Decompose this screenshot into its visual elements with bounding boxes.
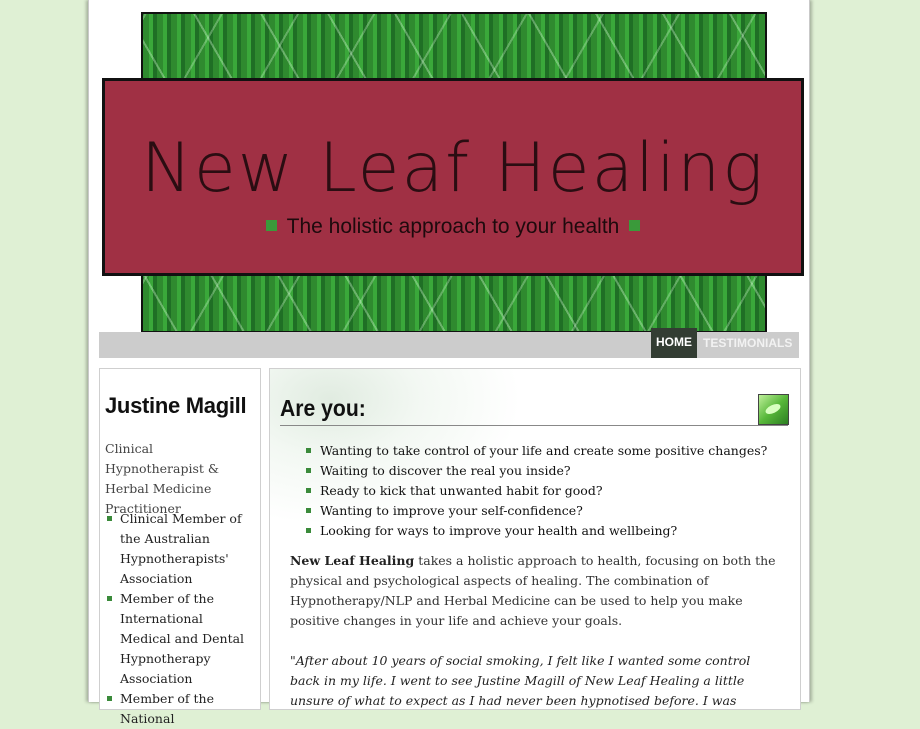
sidebar: Justine Magill Clinical Hypnotherapist &… — [99, 368, 261, 726]
practitioner-role: Clinical Hypnotherapist & Herbal Medicin… — [105, 441, 219, 516]
square-bullet-icon — [306, 488, 311, 493]
nav-testimonials[interactable]: TESTIMONIALS — [703, 332, 792, 358]
practitioner-name: Justine Magill — [105, 393, 247, 418]
banner: New Leaf Healing The holistic approach t… — [102, 78, 804, 276]
list-item: Wanting to take control of your life and… — [306, 441, 786, 461]
main-content: Are you: Wanting to take control of your… — [269, 368, 801, 710]
question-list: Wanting to take control of your life and… — [306, 441, 786, 541]
square-bullet-icon — [107, 696, 112, 701]
nav-bar: HOME TESTIMONIALS — [99, 328, 799, 358]
intro-business-name: New Leaf Healing — [290, 553, 415, 568]
heading-divider — [280, 425, 788, 426]
square-bullet-icon — [306, 508, 311, 513]
page-container: New Leaf Healing The holistic approach t… — [88, 0, 810, 726]
intro-paragraph: New Leaf Healing takes a holistic approa… — [290, 551, 782, 631]
membership-text: Member of the International Medical and … — [120, 591, 245, 686]
list-item: Ready to kick that unwanted habit for go… — [306, 481, 786, 501]
square-bullet-icon — [306, 528, 311, 533]
leaf-icon — [758, 394, 789, 425]
question-text: Looking for ways to improve your health … — [320, 523, 678, 538]
list-item: Waiting to discover the real you inside? — [306, 461, 786, 481]
list-item: Wanting to improve your self-confidence? — [306, 501, 786, 521]
site-title: New Leaf Healing — [140, 129, 765, 208]
page-heading: Are you: — [280, 395, 366, 421]
square-bullet-icon — [306, 468, 311, 473]
question-text: Waiting to discover the real you inside? — [320, 463, 571, 478]
question-text: Ready to kick that unwanted habit for go… — [320, 483, 603, 498]
square-bullet-icon — [629, 220, 641, 231]
question-text: Wanting to take control of your life and… — [320, 443, 768, 458]
square-bullet-icon — [306, 448, 311, 453]
testimonial-quote: "After about 10 years of social smoking,… — [290, 653, 751, 708]
list-item: Clinical Member of the Australian Hypnot… — [105, 509, 257, 589]
square-bullet-icon — [265, 220, 277, 231]
membership-text: Clinical Member of the Australian Hypnot… — [120, 511, 242, 586]
membership-list: Clinical Member of the Australian Hypnot… — [105, 509, 257, 729]
site-tagline: The holistic approach to your health — [105, 215, 801, 239]
list-item: Member of the National — [105, 689, 257, 729]
square-bullet-icon — [107, 516, 112, 521]
list-item: Looking for ways to improve your health … — [306, 521, 786, 541]
square-bullet-icon — [107, 596, 112, 601]
list-item: Member of the International Medical and … — [105, 589, 257, 689]
nav-home[interactable]: HOME — [651, 328, 697, 358]
membership-text: Member of the National — [120, 691, 214, 726]
tagline-text: The holistic approach to your health — [286, 215, 620, 238]
question-text: Wanting to improve your self-confidence? — [320, 503, 583, 518]
